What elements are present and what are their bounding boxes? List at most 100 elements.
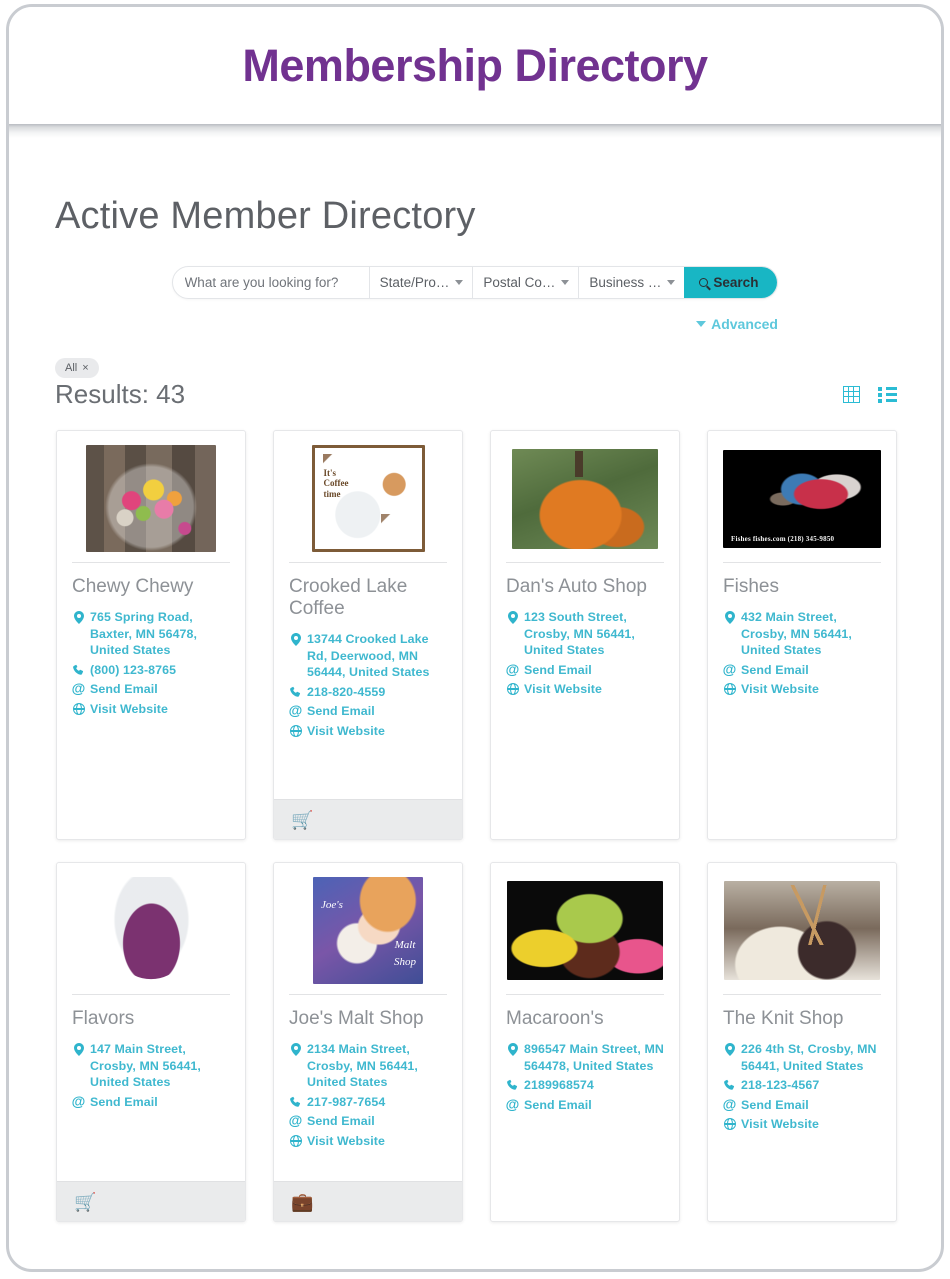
website-line[interactable]: Visit Website — [289, 1133, 447, 1150]
member-card[interactable]: Joe's Malt Shop 2134 Main Street, Crosby… — [273, 862, 463, 1222]
banner-shadow-divider — [9, 124, 941, 138]
card-info: 2134 Main Street, Crosby, MN 56441, Unit… — [289, 1041, 447, 1149]
member-card[interactable]: Chewy Chewy 765 Spring Road, Baxter, MN … — [56, 430, 246, 840]
search-button-label: Search — [713, 275, 759, 290]
address-text: 2134 Main Street, Crosby, MN 56441, Unit… — [307, 1042, 418, 1090]
card-divider — [289, 994, 447, 995]
card-body: Chewy Chewy 765 Spring Road, Baxter, MN … — [57, 431, 245, 839]
phone-line[interactable]: 217-987-7654 — [289, 1094, 447, 1111]
member-card[interactable]: Macaroon's 896547 Main Street, MN 564478… — [490, 862, 680, 1222]
card-info: 765 Spring Road, Baxter, MN 56478, Unite… — [72, 609, 230, 717]
member-card[interactable]: Fishes 432 Main Street, Crosby, MN 56441… — [707, 430, 897, 840]
email-line[interactable]: @ Send Email — [505, 1095, 664, 1114]
address-text: 147 Main Street, Crosby, MN 56441, Unite… — [90, 1042, 201, 1090]
member-card[interactable]: Crooked Lake Coffee 13744 Crooked Lake R… — [273, 430, 463, 840]
email-line[interactable]: @ Send Email — [722, 1095, 881, 1114]
shopping-cart-icon[interactable]: 🛒 — [291, 811, 313, 829]
card-info: 147 Main Street, Crosby, MN 56441, Unite… — [72, 1041, 230, 1110]
card-info: 13744 Crooked Lake Rd, Deerwood, MN 5644… — [289, 631, 447, 739]
email-line[interactable]: @ Send Email — [71, 680, 230, 698]
map-pin-icon — [72, 609, 85, 625]
chevron-down-icon — [561, 280, 570, 285]
business-category-select-label: Business … — [589, 275, 662, 290]
email-line[interactable]: @ Send Email — [723, 661, 881, 679]
globe-icon — [289, 723, 302, 737]
card-body: The Knit Shop 226 4th St, Crosby, MN 564… — [708, 863, 896, 1221]
card-body: Crooked Lake Coffee 13744 Crooked Lake R… — [274, 431, 462, 799]
shopping-cart-icon[interactable]: 🛒 — [74, 1193, 96, 1211]
member-card[interactable]: Flavors 147 Main Street, Crosby, MN 5644… — [56, 862, 246, 1222]
search-button[interactable]: Search — [684, 267, 778, 298]
member-card-grid: Chewy Chewy 765 Spring Road, Baxter, MN … — [56, 430, 941, 1222]
email-line[interactable]: @ Send Email — [289, 703, 447, 720]
card-thumbnail — [72, 445, 230, 552]
website-line[interactable]: Visit Website — [289, 723, 447, 740]
website-line[interactable]: Visit Website — [72, 701, 230, 718]
card-thumbnail — [506, 877, 664, 984]
filter-chip-all[interactable]: All × — [55, 358, 99, 378]
business-category-select[interactable]: Business … — [578, 267, 685, 298]
phone-icon — [72, 662, 85, 676]
website-line[interactable]: Visit Website — [723, 1116, 881, 1133]
map-pin-icon — [723, 609, 736, 625]
search-row: State/Pro… Postal Co… Business … Search — [9, 266, 941, 299]
list-view-icon[interactable] — [878, 386, 897, 403]
at-email-icon: @ — [288, 1112, 303, 1129]
member-card[interactable]: The Knit Shop 226 4th St, Crosby, MN 564… — [707, 862, 897, 1222]
website-line[interactable]: Visit Website — [723, 681, 881, 698]
card-footer: 💼 — [274, 1181, 462, 1221]
website-text: Visit Website — [524, 682, 602, 697]
phone-line[interactable]: 218-820-4559 — [289, 684, 447, 701]
email-line[interactable]: @ Send Email — [506, 661, 664, 679]
chevron-down-icon — [667, 280, 676, 285]
macarons-image — [507, 881, 663, 980]
postal-code-select[interactable]: Postal Co… — [472, 267, 579, 298]
address-line: 147 Main Street, Crosby, MN 56441, Unite… — [72, 1041, 230, 1091]
state-province-select[interactable]: State/Pro… — [368, 267, 473, 298]
at-email-icon: @ — [505, 1095, 520, 1112]
card-body: Joe's Malt Shop 2134 Main Street, Crosby… — [274, 863, 462, 1181]
at-email-icon: @ — [722, 1095, 737, 1112]
search-input[interactable] — [172, 267, 369, 298]
website-line[interactable]: Visit Website — [506, 681, 664, 698]
coffee-poster-image — [311, 445, 425, 552]
page-title: Active Member Directory — [55, 195, 476, 237]
card-divider — [723, 562, 881, 563]
email-line[interactable]: @ Send Email — [71, 1092, 230, 1111]
grid-view-icon[interactable] — [843, 386, 860, 403]
phone-line[interactable]: (800) 123-8765 — [72, 662, 230, 679]
globe-icon — [723, 1116, 736, 1131]
search-icon — [699, 278, 709, 287]
address-text: 896547 Main Street, MN 564478, United St… — [524, 1042, 664, 1073]
view-toggle-group — [843, 386, 897, 403]
at-email-icon: @ — [71, 1092, 86, 1109]
website-text: Visit Website — [90, 701, 168, 716]
card-info: 123 South Street, Crosby, MN 56441, Unit… — [506, 609, 664, 698]
address-line: 123 South Street, Crosby, MN 56441, Unit… — [506, 609, 664, 659]
email-text: Send Email — [741, 662, 809, 677]
phone-icon — [723, 1077, 736, 1091]
card-divider — [72, 562, 230, 563]
close-icon[interactable]: × — [82, 362, 88, 374]
phone-line[interactable]: 218-123-4567 — [723, 1077, 881, 1094]
website-text: Visit Website — [741, 682, 819, 697]
betta-fish-image — [723, 449, 881, 548]
card-thumbnail — [506, 445, 664, 552]
knitting-yarn-image — [724, 881, 880, 980]
card-title: Dan's Auto Shop — [506, 576, 647, 597]
phone-line[interactable]: 2189968574 — [506, 1077, 664, 1094]
website-text: Visit Website — [741, 1117, 819, 1132]
briefcase-icon[interactable]: 💼 — [291, 1193, 313, 1211]
address-line: 2134 Main Street, Crosby, MN 56441, Unit… — [289, 1041, 447, 1091]
phone-icon — [289, 684, 302, 698]
candy-jar-image — [86, 445, 216, 552]
email-text: Send Email — [524, 662, 592, 677]
email-line[interactable]: @ Send Email — [288, 1112, 447, 1130]
member-card[interactable]: Dan's Auto Shop 123 South Street, Crosby… — [490, 430, 680, 840]
card-body: Dan's Auto Shop 123 South Street, Crosby… — [491, 431, 679, 839]
email-text: Send Email — [307, 1114, 375, 1129]
address-text: 226 4th St, Crosby, MN 56441, United Sta… — [741, 1042, 877, 1073]
map-pin-icon — [289, 631, 302, 647]
advanced-search-toggle[interactable]: Advanced — [696, 316, 778, 332]
at-email-icon: @ — [71, 680, 86, 697]
